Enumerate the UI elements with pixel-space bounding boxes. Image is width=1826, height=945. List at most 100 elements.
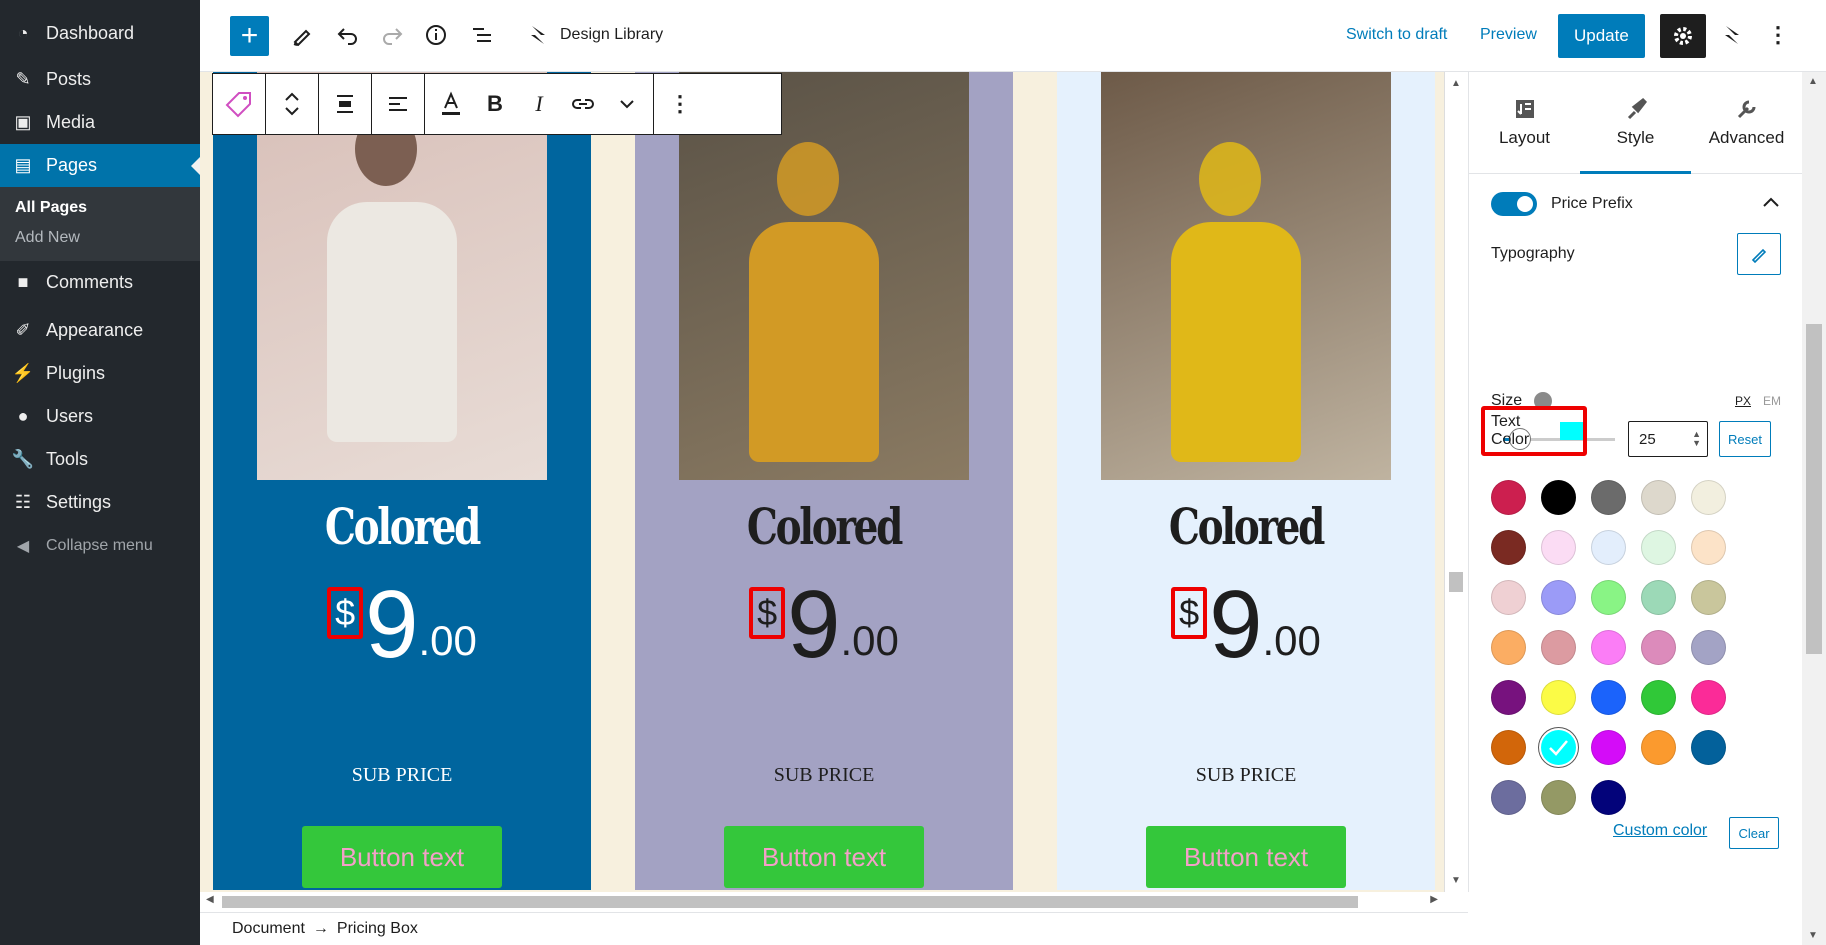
color-swatch[interactable] [1591, 530, 1626, 565]
canvas-vertical-scrollbar[interactable]: ▲ ▼ [1444, 72, 1468, 892]
menu-plugins[interactable]: ⚡ Plugins [0, 352, 200, 395]
size-number-input[interactable]: 25 ▲ ▼ [1628, 421, 1708, 457]
color-swatch[interactable] [1491, 530, 1526, 565]
pricing-title[interactable]: Colored [677, 497, 972, 556]
clear-color-button[interactable]: Clear [1729, 817, 1779, 849]
color-swatch[interactable] [1591, 680, 1626, 715]
block-more-icon[interactable]: ⋮ [658, 74, 702, 134]
menu-settings[interactable]: ☷ Settings [0, 481, 200, 524]
color-swatch[interactable] [1591, 780, 1626, 815]
price-tag-block-icon[interactable] [217, 74, 261, 134]
outline-icon[interactable] [462, 14, 502, 56]
color-swatch[interactable] [1541, 480, 1576, 515]
collapse-menu[interactable]: ◀ Collapse menu [0, 524, 200, 567]
breadcrumb-pricing-box[interactable]: Pricing Box [337, 920, 418, 938]
color-swatch[interactable] [1641, 530, 1676, 565]
info-icon[interactable] [416, 14, 456, 56]
submenu-add-new[interactable]: Add New [0, 223, 200, 253]
price-cents[interactable]: .00 [419, 617, 477, 665]
text-color-icon[interactable] [429, 74, 473, 134]
align-center-block-icon[interactable] [323, 74, 367, 134]
color-swatch[interactable] [1691, 730, 1726, 765]
color-swatch[interactable] [1491, 730, 1526, 765]
price-prefix-toggle[interactable] [1491, 192, 1537, 216]
color-swatch[interactable] [1641, 580, 1676, 615]
sub-price[interactable]: SUB PRICE [1057, 764, 1435, 787]
color-swatch[interactable] [1541, 630, 1576, 665]
price-amount[interactable]: 9 [365, 577, 418, 673]
pricing-column[interactable]: Colored $9.00 SUB PRICE Button text [1057, 72, 1435, 890]
price-cents[interactable]: .00 [841, 617, 899, 665]
pricing-button[interactable]: Button text [302, 826, 502, 888]
undo-icon[interactable] [328, 14, 368, 56]
color-swatch[interactable] [1491, 580, 1526, 615]
tab-style[interactable]: Style [1580, 72, 1691, 174]
color-swatch[interactable] [1641, 480, 1676, 515]
pricing-column[interactable]: Colored $9.00 SUB PRICE Button text [213, 72, 591, 890]
price-cents[interactable]: .00 [1263, 617, 1321, 665]
menu-comments[interactable]: ■ Comments [0, 261, 200, 304]
italic-icon[interactable]: I [517, 74, 561, 134]
tab-advanced[interactable]: Advanced [1691, 72, 1802, 173]
edit-tool-icon[interactable] [282, 14, 322, 56]
price-amount[interactable]: 9 [1209, 577, 1262, 673]
submenu-all-pages[interactable]: All Pages [0, 193, 200, 223]
color-swatch[interactable] [1591, 730, 1626, 765]
color-swatch[interactable] [1641, 630, 1676, 665]
color-swatch[interactable] [1641, 680, 1676, 715]
tab-layout[interactable]: Layout [1469, 72, 1580, 173]
color-swatch[interactable] [1591, 580, 1626, 615]
color-swatch[interactable] [1491, 630, 1526, 665]
chevron-down-icon[interactable] [605, 74, 649, 134]
color-swatch[interactable] [1691, 630, 1726, 665]
color-swatch[interactable] [1491, 680, 1526, 715]
color-swatch[interactable] [1691, 480, 1726, 515]
update-button[interactable]: Update [1558, 14, 1645, 58]
settings-gear-icon[interactable] [1660, 14, 1706, 58]
link-icon[interactable] [561, 74, 605, 134]
color-swatch[interactable] [1541, 580, 1576, 615]
typography-edit-button[interactable] [1737, 233, 1781, 275]
sub-price[interactable]: SUB PRICE [635, 764, 1013, 787]
menu-pages[interactable]: ▤ Pages [0, 144, 200, 187]
color-swatch[interactable] [1541, 680, 1576, 715]
color-swatch[interactable] [1541, 730, 1576, 765]
design-library-button[interactable]: Design Library [526, 14, 696, 56]
pricing-title[interactable]: Colored [255, 497, 550, 556]
menu-dashboard[interactable]: ◔ Dashboard [0, 12, 200, 55]
color-swatch[interactable] [1541, 530, 1576, 565]
size-reset-button[interactable]: Reset [1719, 421, 1771, 457]
sidebar-scrollbar[interactable]: ▲ ▼ [1802, 72, 1826, 945]
preview-button[interactable]: Preview [1480, 14, 1537, 56]
more-menu-icon[interactable]: ⋮ [1758, 14, 1798, 56]
switch-to-draft-button[interactable]: Switch to draft [1346, 14, 1447, 56]
color-swatch[interactable] [1691, 530, 1726, 565]
menu-users[interactable]: ● Users [0, 395, 200, 438]
unit-em[interactable]: EM [1763, 394, 1781, 408]
canvas-horizontal-scrollbar[interactable]: ◀ ▶ [200, 892, 1444, 912]
custom-color-link[interactable]: Custom color [1613, 822, 1707, 840]
bold-icon[interactable]: B [473, 74, 517, 134]
chevron-up-icon[interactable] [1761, 195, 1781, 214]
price-amount[interactable]: 9 [787, 577, 840, 673]
stepper-arrows-icon[interactable]: ▲ ▼ [1692, 430, 1701, 448]
redo-icon[interactable] [372, 14, 412, 56]
unit-px[interactable]: PX [1735, 394, 1751, 408]
color-swatch[interactable] [1691, 580, 1726, 615]
color-swatch[interactable] [1591, 480, 1626, 515]
color-swatch[interactable] [1641, 730, 1676, 765]
text-align-icon[interactable] [376, 74, 420, 134]
color-swatch[interactable] [1491, 780, 1526, 815]
add-block-button[interactable]: + [230, 16, 269, 56]
color-swatch[interactable] [1591, 630, 1626, 665]
color-swatch[interactable] [1691, 680, 1726, 715]
stackable-icon[interactable] [1712, 14, 1752, 56]
price-prefix[interactable]: $ [749, 587, 786, 639]
price-prefix[interactable]: $ [327, 587, 364, 639]
menu-tools[interactable]: 🔧 Tools [0, 438, 200, 481]
menu-media[interactable]: ▣ Media [0, 101, 200, 144]
pricing-title[interactable]: Colored [1099, 497, 1394, 556]
color-swatch[interactable] [1541, 780, 1576, 815]
pricing-button[interactable]: Button text [724, 826, 924, 888]
color-swatch[interactable] [1491, 480, 1526, 515]
